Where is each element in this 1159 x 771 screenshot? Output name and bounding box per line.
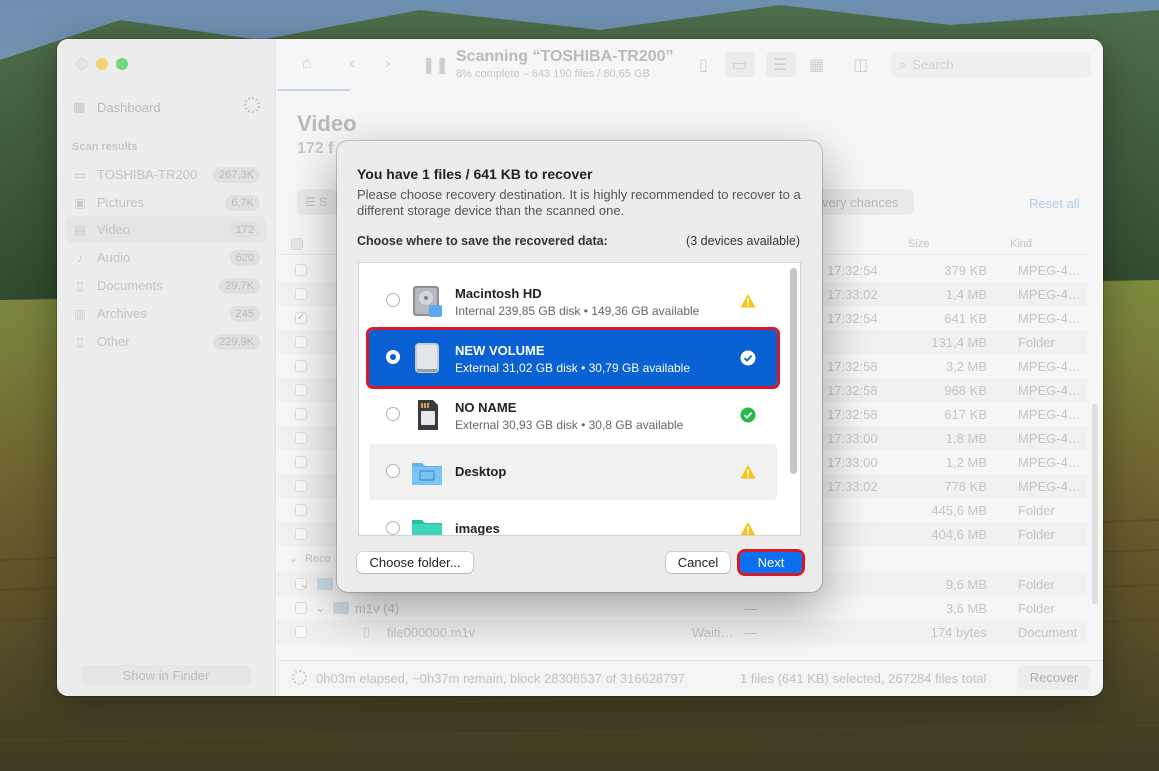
destination-name: images (455, 521, 500, 536)
sd-card-icon (418, 400, 438, 430)
destination-info: External 31,02 GB disk • 30,79 GB availa… (455, 361, 691, 375)
destination-name: Desktop (455, 464, 507, 479)
warning-icon (740, 522, 756, 535)
radio-button[interactable] (386, 521, 400, 535)
cancel-button[interactable]: Cancel (666, 552, 730, 573)
dialog-description: Please choose recovery destination. It i… (357, 187, 801, 218)
destination-info: Internal 239,85 GB disk • 149,36 GB avai… (455, 304, 700, 318)
devices-available-count: (3 devices available) (686, 234, 800, 248)
choose-folder-button[interactable]: Choose folder... (357, 552, 473, 573)
desktop-folder-icon (412, 463, 442, 485)
radio-button-selected[interactable] (386, 350, 400, 364)
destination-desktop[interactable]: Desktop (369, 444, 777, 500)
next-button[interactable]: Next (737, 549, 805, 576)
destination-name: Macintosh HD (455, 286, 542, 301)
radio-button[interactable] (386, 464, 400, 478)
radio-button[interactable] (386, 407, 400, 421)
destination-macintosh-hd[interactable]: Macintosh HD Internal 239,85 GB disk • 1… (369, 273, 777, 329)
destination-list: Macintosh HD Internal 239,85 GB disk • 1… (358, 262, 801, 536)
destination-new-volume[interactable]: NEW VOLUME External 31,02 GB disk • 30,7… (366, 327, 780, 389)
warning-icon (740, 294, 756, 308)
recovery-destination-dialog: You have 1 files / 641 KB to recover Ple… (337, 141, 822, 592)
destination-images[interactable]: images (369, 501, 777, 536)
destination-list-scrollbar[interactable] (790, 268, 797, 474)
warning-icon (740, 465, 756, 479)
radio-button[interactable] (386, 293, 400, 307)
internal-disk-icon (413, 286, 442, 317)
check-icon (740, 407, 756, 423)
destination-info: External 30,93 GB disk • 30,8 GB availab… (455, 418, 684, 432)
destination-name: NO NAME (455, 400, 517, 415)
check-icon (740, 350, 756, 366)
destination-no-name[interactable]: NO NAME External 30,93 GB disk • 30,8 GB… (369, 387, 777, 443)
folder-icon (412, 520, 442, 535)
destination-name: NEW VOLUME (455, 343, 545, 358)
external-disk-icon (415, 343, 439, 373)
dialog-title: You have 1 files / 641 KB to recover (357, 166, 593, 182)
choose-destination-label: Choose where to save the recovered data: (357, 234, 608, 248)
